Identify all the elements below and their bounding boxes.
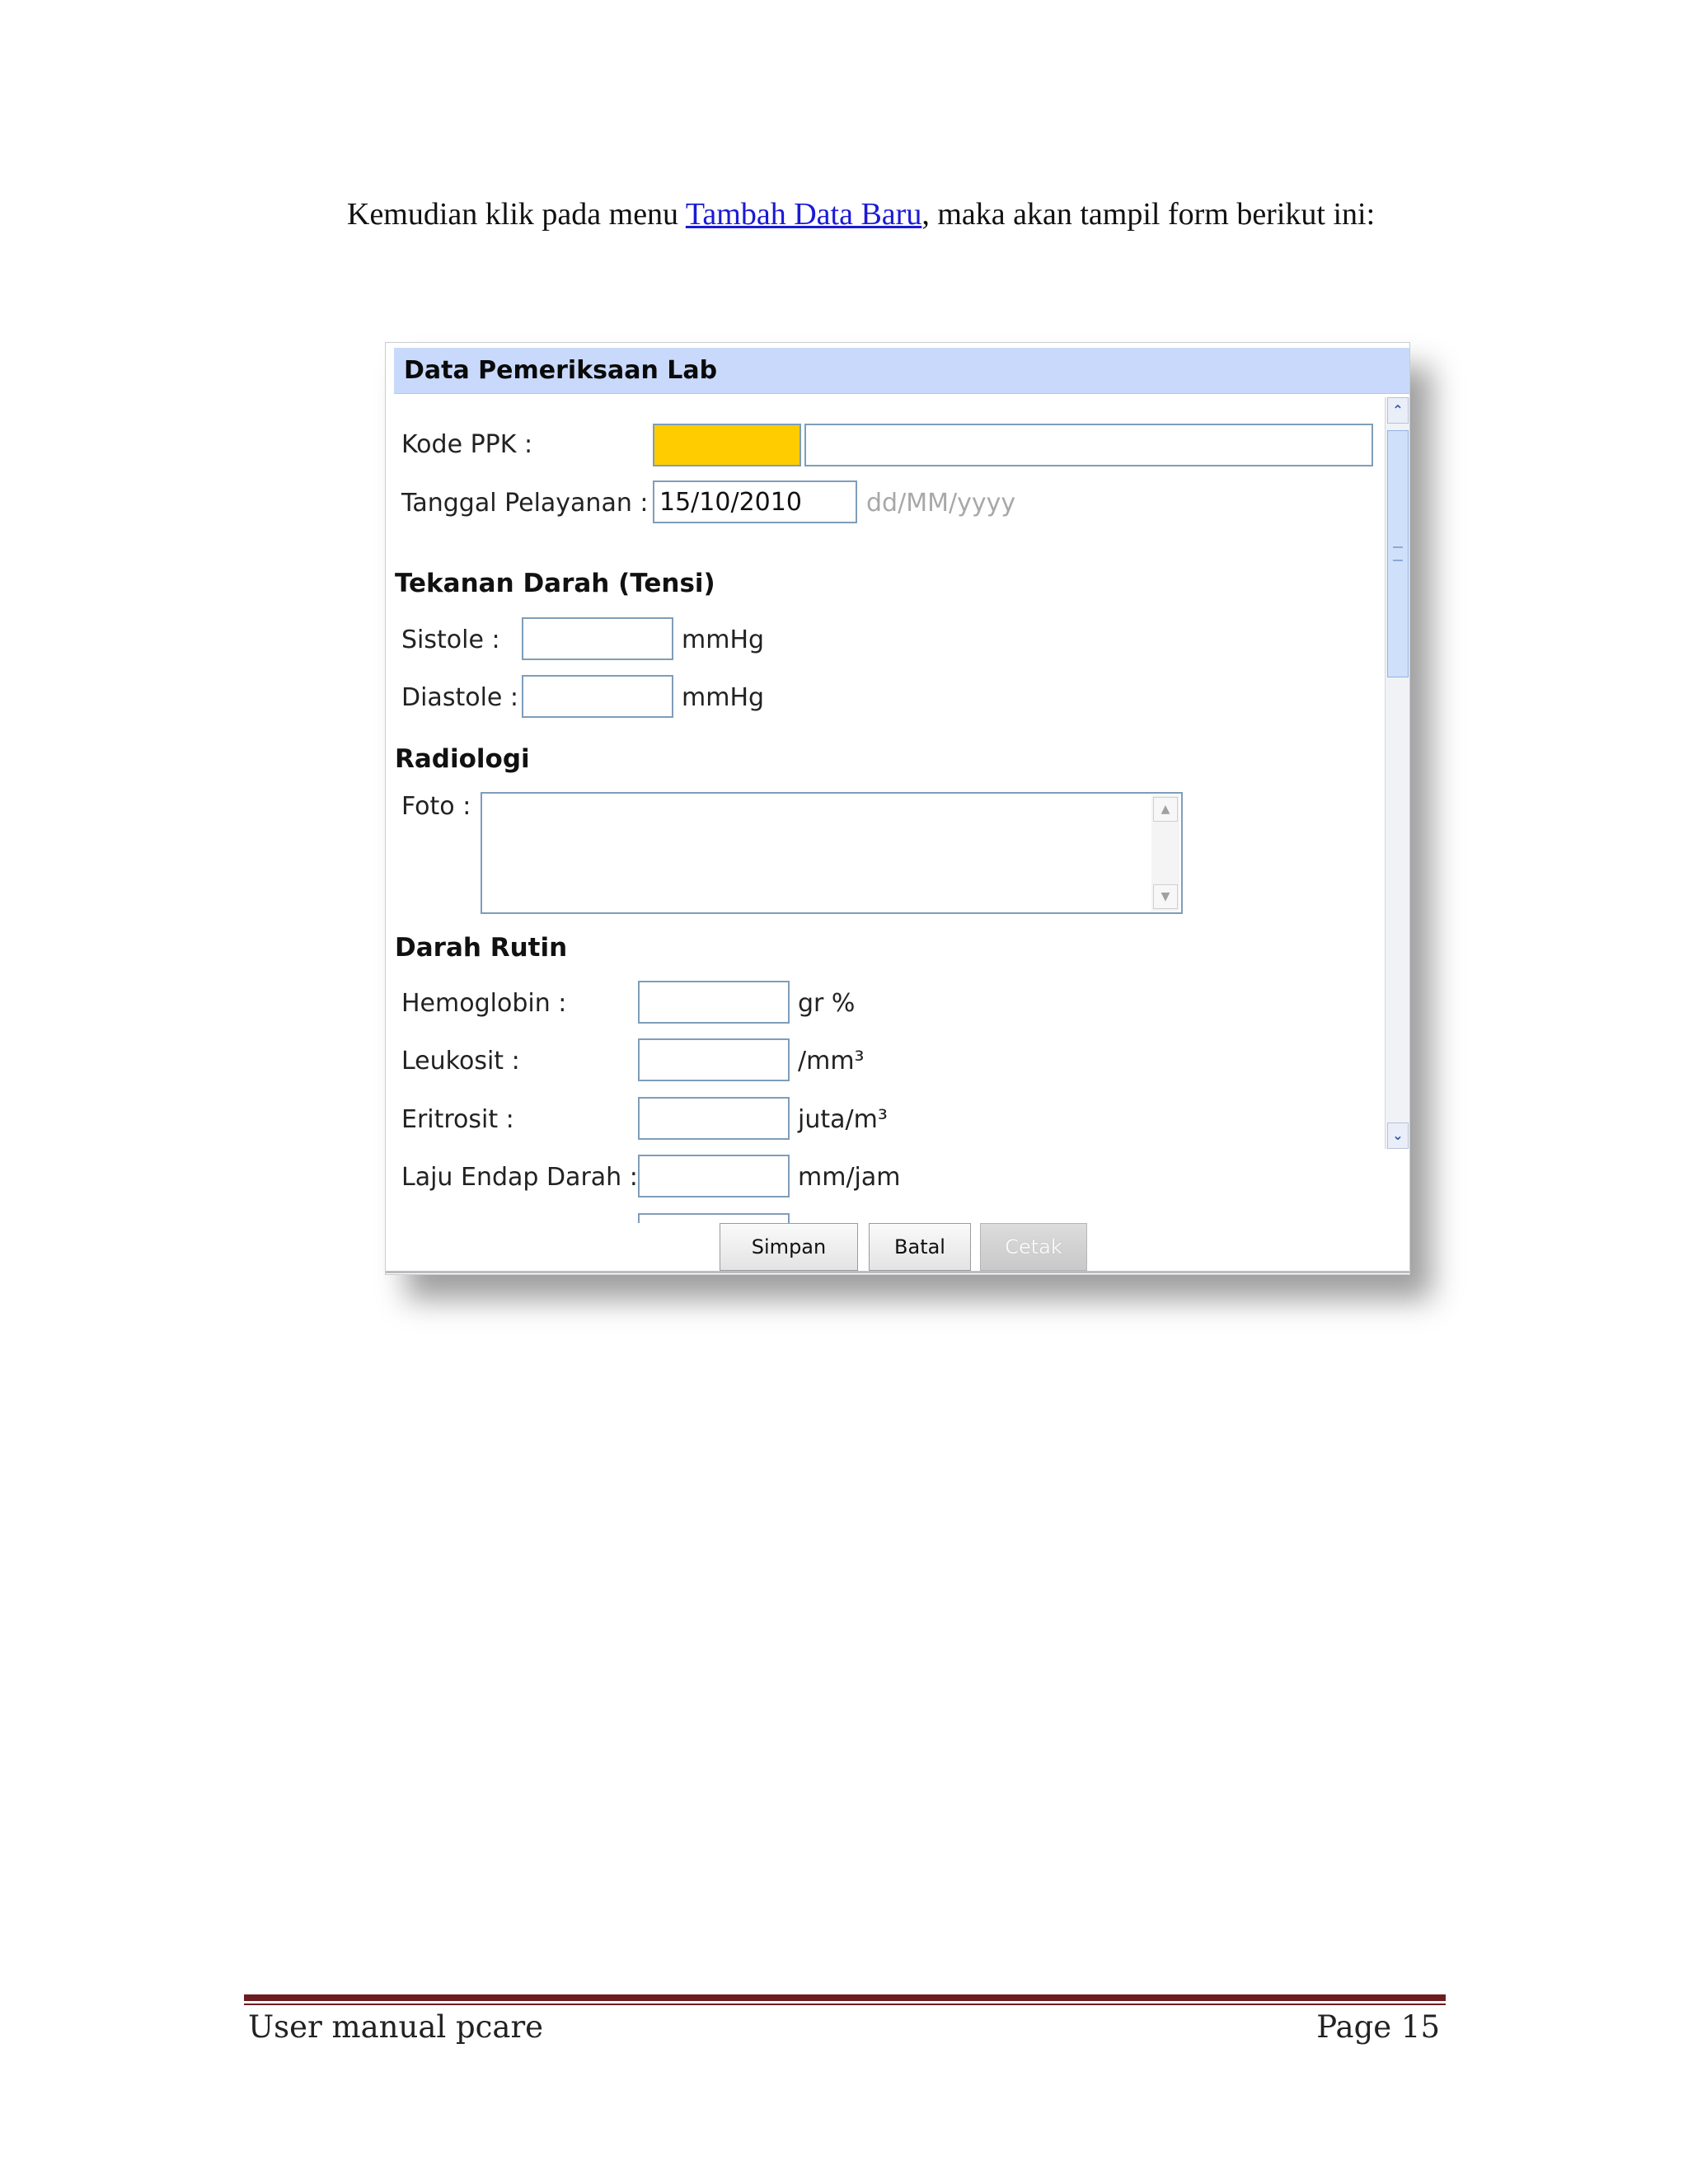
laju-endap-darah-input[interactable] <box>638 1155 790 1197</box>
diastole-unit: mmHg <box>682 683 765 712</box>
chevron-down-icon[interactable]: ▼ <box>1153 884 1178 909</box>
laju-endap-darah-unit: mm/jam <box>798 1163 901 1192</box>
intro-paragraph: Kemudian klik pada menu Tambah Data Baru… <box>347 196 1375 232</box>
laju-endap-darah-label: Laju Endap Darah : <box>401 1163 638 1192</box>
diastole-input[interactable] <box>522 675 673 718</box>
intro-text-before: Kemudian klik pada menu <box>347 197 686 232</box>
tanggal-pelayanan-input[interactable] <box>653 480 857 523</box>
foto-textarea-scrollbar[interactable]: ▲ ▼ <box>1151 795 1179 911</box>
foto-label: Foto : <box>401 792 471 821</box>
foto-textarea[interactable]: ▲ ▼ <box>481 792 1183 914</box>
sistole-unit: mmHg <box>682 626 765 654</box>
eritrosit-unit: juta/m³ <box>798 1105 888 1134</box>
footer-rule-thin <box>244 2004 1446 2005</box>
date-format-hint: dd/MM/yyyy <box>866 489 1016 518</box>
tanggal-pelayanan-label: Tanggal Pelayanan : <box>401 489 649 518</box>
scroll-down-icon[interactable]: ⌄ <box>1387 1122 1409 1149</box>
darah-rutin-section-heading: Darah Rutin <box>395 933 568 963</box>
lab-form-window: Data Pemeriksaan Lab Kode PPK : Tanggal … <box>385 342 1410 1275</box>
cetak-button: Cetak <box>980 1223 1087 1271</box>
footer-document-title: User manual pcare <box>248 2009 544 2045</box>
leukosit-input[interactable] <box>638 1038 790 1081</box>
radiologi-section-heading: Radiologi <box>395 744 530 774</box>
sistole-input[interactable] <box>522 617 673 660</box>
kode-ppk-code-input[interactable] <box>653 424 801 466</box>
batal-button[interactable]: Batal <box>869 1223 971 1271</box>
leukosit-unit: /mm³ <box>798 1047 865 1076</box>
kode-ppk-label-text: Kode PPK : <box>401 430 533 459</box>
sistole-label: Sistole : <box>401 626 500 654</box>
hemoglobin-label: Hemoglobin : <box>401 989 567 1018</box>
hemoglobin-unit: gr % <box>798 989 856 1018</box>
kode-ppk-name-input[interactable] <box>804 424 1373 466</box>
window-bottom-border <box>386 1271 1409 1273</box>
eritrosit-label: Eritrosit : <box>401 1105 514 1134</box>
diastole-label: Diastole : <box>401 683 519 712</box>
grip-icon <box>1393 546 1403 561</box>
hemoglobin-input[interactable] <box>638 981 790 1024</box>
tensi-section-heading: Tekanan Darah (Tensi) <box>395 569 715 598</box>
form-title: Data Pemeriksaan Lab <box>394 348 1409 394</box>
chevron-up-icon[interactable]: ▲ <box>1153 797 1178 822</box>
scroll-thumb[interactable] <box>1387 430 1409 677</box>
scroll-up-icon[interactable]: ⌃ <box>1387 397 1409 424</box>
tambah-data-baru-link[interactable]: Tambah Data Baru <box>686 197 921 232</box>
leukosit-label: Leukosit : <box>401 1047 520 1076</box>
simpan-button[interactable]: Simpan <box>720 1223 858 1271</box>
footer-page-number: Page 15 <box>1316 2009 1440 2045</box>
form-vertical-scrollbar[interactable]: ⌃ ⌄ <box>1385 397 1409 1149</box>
button-bar: Simpan Batal Cetak <box>386 1223 1409 1274</box>
footer-rule-thick <box>244 1994 1446 2001</box>
intro-text-after: , maka akan tampil form berikut ini: <box>921 197 1376 232</box>
eritrosit-input[interactable] <box>638 1097 790 1140</box>
